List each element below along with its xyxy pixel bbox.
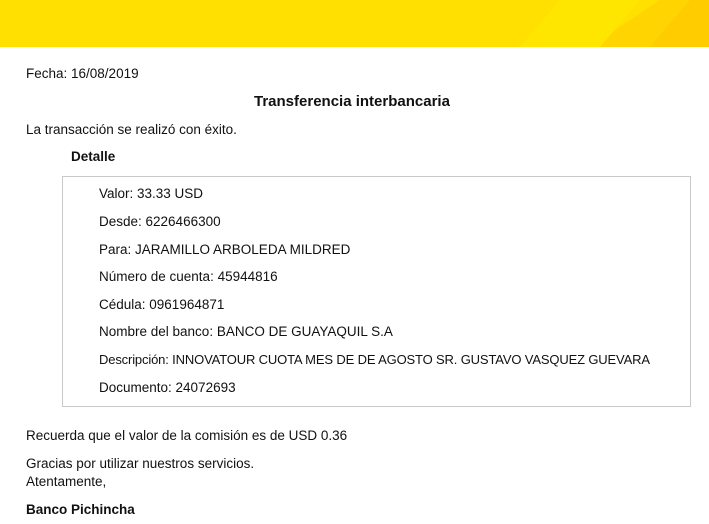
closing-text: Atentamente, — [26, 474, 107, 489]
detail-para: Para: JARAMILLO ARBOLEDA MILDRED — [99, 242, 351, 257]
detail-desde: Desde: 6226466300 — [99, 214, 221, 229]
detail-descripcion: Descripción: INNOVATOUR CUOTA MES DE DE … — [99, 352, 650, 367]
document-title: Transferencia interbancaria — [254, 93, 450, 110]
detail-heading: Detalle — [71, 149, 116, 164]
banner-decoration — [0, 0, 709, 47]
detail-cedula: Cédula: 0961964871 — [99, 297, 225, 312]
detail-documento: Documento: 24072693 — [99, 380, 236, 395]
thanks-text: Gracias por utilizar nuestros servicios. — [26, 456, 255, 471]
signature-text: Banco Pichincha — [26, 502, 135, 517]
date-text: Fecha: 16/08/2019 — [26, 66, 139, 81]
detail-box — [62, 176, 691, 407]
commission-note: Recuerda que el valor de la comisión es … — [26, 428, 348, 443]
detail-banco: Nombre del banco: BANCO DE GUAYAQUIL S.A — [99, 324, 393, 339]
detail-numero-cuenta: Número de cuenta: 45944816 — [99, 269, 278, 284]
header-banner — [0, 0, 709, 47]
status-message: La transacción se realizó con éxito. — [26, 122, 237, 137]
detail-valor: Valor: 33.33 USD — [99, 186, 204, 201]
